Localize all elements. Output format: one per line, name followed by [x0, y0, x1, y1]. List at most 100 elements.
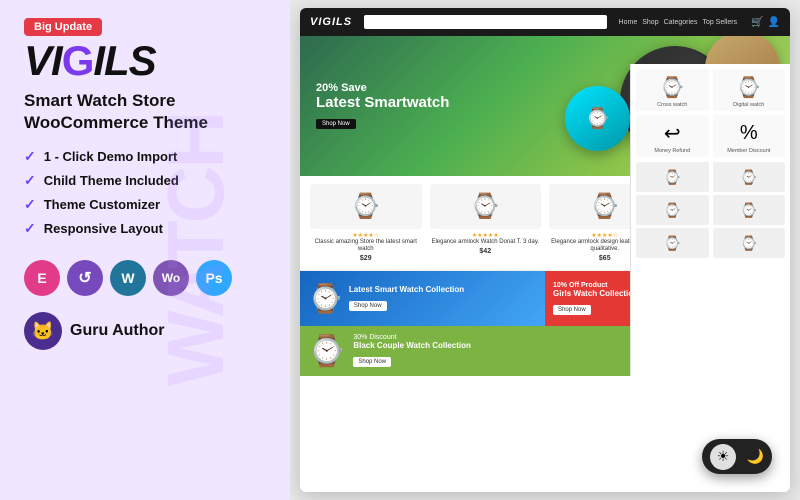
side-watch-7: ⌚	[636, 228, 709, 258]
dark-mode-toggle[interactable]: ☀ 🌙	[702, 439, 772, 474]
moon-icon: 🌙	[747, 448, 764, 464]
dark-mode-option[interactable]: 🌙	[747, 448, 764, 465]
tagline-line1: Smart Watch Store	[24, 90, 270, 112]
side-watch-4: ⌚	[713, 162, 786, 192]
nav-item-2: Shop	[642, 19, 658, 26]
product-name-2: Elegance armlock Watch Donat T. 3 day.	[430, 239, 542, 246]
side-watch-8: ⌚	[713, 228, 786, 258]
feature-item-4: ✓ Responsive Layout	[24, 220, 270, 237]
side-product-name-4: Member Discount	[716, 148, 783, 154]
side-watch-img-2: ⌚	[716, 72, 783, 102]
big-update-badge: Big Update	[24, 18, 102, 36]
hero-text-block: 20% Save Latest Smartwatch Shop Now	[316, 82, 449, 130]
theme-tagline: Smart Watch Store WooCommerce Theme	[24, 90, 270, 134]
nav-item-1: Home	[619, 19, 638, 26]
feature-item-2: ✓ Child Theme Included	[24, 172, 270, 189]
sun-icon: ☀	[717, 448, 730, 465]
woo-icon: Wo	[153, 260, 189, 296]
side-product-name-1: Cross watch	[639, 102, 706, 108]
main-content: 20% Save Latest Smartwatch Shop Now 10:5…	[300, 36, 790, 376]
product-name-1: Classic amazing Store the latest smart w…	[310, 239, 422, 253]
right-side-panel: ⌚ Cross watch ⌚ Digital watch ↩ Money Re…	[630, 64, 790, 376]
guru-star-icon: 🐱	[32, 321, 54, 342]
product-card-1: ⌚ ★★★★☆ Classic amazing Store the latest…	[310, 184, 422, 262]
guru-author-section: 🐱 Guru Author	[24, 312, 270, 350]
features-list: ✓ 1 - Click Demo Import ✓ Child Theme In…	[24, 148, 270, 244]
product-stars-1: ★★★★☆	[310, 232, 422, 239]
logo-text: VIGILS	[24, 37, 156, 84]
guru-author-label: Guru Author	[70, 322, 165, 340]
couple-watch-icon: ⌚	[308, 334, 345, 369]
couple-shop-btn[interactable]: Shop Now	[353, 357, 391, 367]
feature-text-4: Responsive Layout	[44, 221, 163, 236]
hero-shop-btn[interactable]: Shop Now	[316, 119, 356, 129]
feature-text-3: Theme Customizer	[44, 197, 160, 212]
user-icon: 👤	[768, 17, 780, 28]
side-feature-icon-2: %	[716, 118, 783, 148]
store-logo: VIGILS	[310, 16, 352, 28]
smart-watch-icon: ⌚	[308, 282, 343, 315]
hero-green-watch: ⌚	[565, 86, 630, 151]
side-watch-3: ⌚	[636, 162, 709, 192]
couple-banner-text: 30% Discount Black Couple Watch Collecti…	[353, 334, 471, 368]
hero-save-text: 20% Save	[316, 82, 449, 94]
side-product-1: ⌚ Cross watch	[636, 69, 709, 111]
product-img-2: ⌚	[430, 184, 542, 229]
nav-item-3: Categories	[664, 19, 698, 26]
product-price-1: $29	[310, 255, 422, 262]
product-price-2: $42	[430, 248, 542, 255]
nav-item-4: Top Sellers	[702, 19, 737, 26]
redux-icon: ↺	[67, 260, 103, 296]
photoshop-icon: Ps	[196, 260, 232, 296]
right-panel: VIGILS Home Shop Categories Top Sellers …	[290, 0, 800, 500]
side-product-name-2: Digital watch	[716, 102, 783, 108]
hero-title-text: Latest Smartwatch	[316, 94, 449, 112]
side-product-name-3: Money Refund	[639, 148, 706, 154]
side-row-2: ⌚ ⌚	[636, 195, 785, 225]
side-watch-6: ⌚	[713, 195, 786, 225]
side-row-1: ⌚ ⌚	[636, 162, 785, 192]
side-more-products: ⌚ ⌚ ⌚ ⌚ ⌚ ⌚	[636, 162, 785, 258]
product-stars-2: ★★★★★	[430, 232, 542, 239]
store-nav: Home Shop Categories Top Sellers	[619, 19, 738, 26]
store-header: VIGILS Home Shop Categories Top Sellers …	[300, 8, 790, 36]
side-row-3: ⌚ ⌚	[636, 228, 785, 258]
product-card-2: ⌚ ★★★★★ Elegance armlock Watch Donat T. …	[430, 184, 542, 262]
store-icons: 🛒 👤	[751, 17, 780, 28]
cart-icon: 🛒	[751, 17, 763, 28]
browser-mockup: VIGILS Home Shop Categories Top Sellers …	[300, 8, 790, 492]
product-img-1: ⌚	[310, 184, 422, 229]
side-watch-5: ⌚	[636, 195, 709, 225]
check-icon-3: ✓	[24, 196, 36, 213]
green-watch-icon: ⌚	[585, 106, 610, 131]
store-search-bar	[364, 15, 606, 29]
check-icon-2: ✓	[24, 172, 36, 189]
left-panel: WATCH Big Update VIGILS Smart Watch Stor…	[0, 0, 290, 500]
tagline-line2: WooCommerce Theme	[24, 112, 270, 134]
product-watch-icon-1: ⌚	[351, 192, 381, 221]
smart-watch-banner: ⌚ Latest Smart Watch Collection Shop Now	[300, 271, 545, 326]
wordpress-icon: W	[110, 260, 146, 296]
side-feature-icon-1: ↩	[639, 118, 706, 148]
side-product-grid: ⌚ Cross watch ⌚ Digital watch ↩ Money Re…	[636, 69, 785, 157]
feature-text-2: Child Theme Included	[44, 173, 179, 188]
side-product-3: ↩ Money Refund	[636, 115, 709, 157]
check-icon-1: ✓	[24, 148, 36, 165]
side-product-4: % Member Discount	[713, 115, 786, 157]
smart-banner-text: Latest Smart Watch Collection Shop Now	[349, 285, 464, 312]
side-watch-img-1: ⌚	[639, 72, 706, 102]
check-icon-4: ✓	[24, 220, 36, 237]
side-product-2: ⌚ Digital watch	[713, 69, 786, 111]
product-watch-icon-3: ⌚	[590, 192, 620, 221]
couple-discount-label: 30% Discount	[353, 334, 471, 341]
feature-item-1: ✓ 1 - Click Demo Import	[24, 148, 270, 165]
girls-banner-text: 10% Off Product Girls Watch Collection S…	[553, 282, 638, 316]
brand-logo: VIGILS	[24, 40, 270, 82]
tech-icons-row: E ↺ W Wo Ps	[24, 260, 270, 296]
smart-shop-btn[interactable]: Shop Now	[349, 301, 387, 311]
light-mode-option[interactable]: ☀	[710, 444, 736, 470]
girls-discount-text: 10% Off Product	[553, 282, 638, 289]
girls-shop-btn[interactable]: Shop Now	[553, 305, 591, 315]
product-watch-icon-2: ⌚	[470, 192, 500, 221]
elementor-icon: E	[24, 260, 60, 296]
